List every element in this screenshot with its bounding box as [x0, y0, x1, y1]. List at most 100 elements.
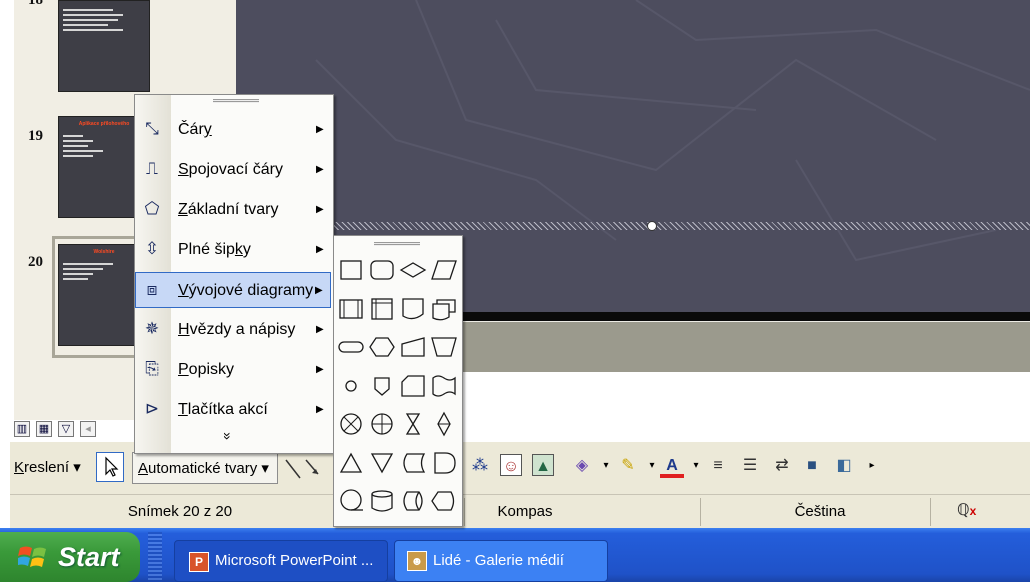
- menu-drag-grip[interactable]: [213, 99, 259, 103]
- flowchart-merge-icon[interactable]: [367, 448, 397, 478]
- menu-item-lines[interactable]: ⤡ Čáry ▶: [136, 112, 330, 148]
- menu-item-flowchart[interactable]: ⧈ Vývojové diagramy ▶: [135, 272, 331, 308]
- flowchart-preparation-icon[interactable]: [367, 332, 397, 362]
- flowchart-process-icon[interactable]: [336, 255, 366, 285]
- line-style-icon[interactable]: ≡: [706, 454, 730, 478]
- submenu-arrow-icon: ▶: [316, 324, 324, 335]
- draw-label: reslení: [24, 459, 70, 476]
- slide-thumbnail-18[interactable]: [58, 0, 150, 92]
- line-icon[interactable]: [282, 456, 322, 482]
- connectors-icon: ⎍: [146, 159, 158, 178]
- draw-label-accel: K: [14, 459, 25, 476]
- dash-style-icon[interactable]: ☰: [738, 454, 762, 478]
- flowchart-or-icon[interactable]: [367, 409, 397, 439]
- flowchart-connector-icon[interactable]: [336, 371, 366, 401]
- submenu-arrow-icon: ▶: [316, 164, 324, 175]
- flowchart-display-icon[interactable]: [429, 486, 459, 516]
- slide-number-19: 19: [28, 128, 43, 144]
- flowchart-predefined-process-icon[interactable]: [336, 294, 366, 324]
- arrow-style-icon[interactable]: ⇄: [770, 454, 794, 478]
- status-separator: [930, 498, 931, 526]
- flowchart-document-icon[interactable]: [398, 294, 428, 324]
- autoshapes-label: Automatické tvary ▾: [138, 460, 269, 477]
- menu-label: ákladní tvary: [187, 201, 279, 218]
- status-language: Čeština: [794, 503, 846, 520]
- menu-item-action-buttons[interactable]: ⊳ Tlačítka akcí ▶: [136, 392, 330, 428]
- menu-label: lačítka akcí: [187, 401, 268, 418]
- scroll-left-icon[interactable]: ◂: [80, 421, 96, 437]
- menu-label: Plné šip: [178, 241, 235, 258]
- flowchart-sequential-access-storage-icon[interactable]: [336, 486, 366, 516]
- flowchart-delay-icon[interactable]: [429, 448, 459, 478]
- callouts-icon: ⎘: [145, 359, 159, 378]
- flowchart-extract-icon[interactable]: [336, 448, 366, 478]
- flowchart-sort-icon[interactable]: [429, 409, 459, 439]
- expand-menu-icon[interactable]: »: [220, 432, 236, 440]
- task-label: Microsoft PowerPoint ...: [215, 552, 374, 569]
- flowchart-multidocument-icon[interactable]: [429, 294, 459, 324]
- status-separator: [700, 498, 701, 526]
- diagram-icon[interactable]: ⁂: [468, 454, 492, 478]
- stars-banners-icon: ✵: [144, 319, 160, 338]
- menu-label: vězdy a nápisy: [189, 321, 296, 338]
- menu-accel: S: [178, 161, 189, 178]
- picture-icon[interactable]: ▲: [532, 454, 554, 476]
- resize-handle[interactable]: [647, 221, 657, 231]
- shadow-icon[interactable]: ■: [800, 454, 824, 478]
- flowchart-punched-tape-icon[interactable]: [429, 371, 459, 401]
- flowchart-manual-operation-icon[interactable]: [429, 332, 459, 362]
- 3d-icon[interactable]: ◧: [832, 454, 856, 478]
- powerpoint-icon: P: [189, 552, 209, 572]
- flowchart-alternate-process-icon[interactable]: [367, 255, 397, 285]
- flowchart-card-icon[interactable]: [398, 371, 428, 401]
- menu-item-connectors[interactable]: ⎍ Spojovací čáry ▶: [136, 152, 330, 188]
- lines-icon: ⤡: [145, 119, 159, 138]
- menu-item-stars-banners[interactable]: ✵ Hvězdy a nápisy ▶: [136, 312, 330, 348]
- slideshow-icon[interactable]: ▽: [58, 421, 74, 437]
- flowchart-off-page-connector-icon[interactable]: [367, 371, 397, 401]
- flowchart-direct-access-storage-icon[interactable]: [398, 486, 428, 516]
- pointer-icon: [105, 456, 119, 477]
- menu-item-block-arrows[interactable]: ⇳ Plné šipky ▶: [136, 232, 330, 268]
- select-pointer-button[interactable]: [96, 452, 124, 482]
- menu-accel: H: [178, 321, 190, 338]
- draw-menu-button[interactable]: Kreslení ▾: [14, 458, 81, 476]
- menu-item-callouts[interactable]: ⎘ Popisky ▶: [136, 352, 330, 388]
- normal-view-icon[interactable]: ▥: [14, 421, 30, 437]
- menu-accel: k: [234, 241, 243, 258]
- menu-item-basic-shapes[interactable]: ⬠ Základní tvary ▶: [136, 192, 330, 228]
- menu-label: opisky: [188, 361, 235, 378]
- flowchart-decision-icon[interactable]: [398, 255, 428, 285]
- font-color-dropdown-icon[interactable]: ▾: [684, 454, 708, 478]
- slide-sorter-icon[interactable]: ▦: [36, 421, 52, 437]
- flowchart-data-icon[interactable]: [429, 255, 459, 285]
- flowchart-internal-storage-icon[interactable]: [367, 294, 397, 324]
- menu-label: Čár: [178, 121, 204, 138]
- menu-accel: V: [178, 282, 189, 299]
- font-color-icon[interactable]: A: [660, 454, 684, 478]
- palette-drag-grip[interactable]: [374, 242, 420, 246]
- line-color-icon[interactable]: ✎: [616, 454, 640, 478]
- spelling-check-icon[interactable]: ℚx: [957, 500, 979, 520]
- flowchart-collate-icon[interactable]: [398, 409, 428, 439]
- flowchart-summing-junction-icon[interactable]: [336, 409, 366, 439]
- fill-dropdown-icon[interactable]: ▾: [594, 454, 618, 478]
- fill-color-icon[interactable]: ◈: [570, 454, 594, 478]
- submenu-arrow-icon: ▶: [315, 285, 323, 296]
- task-powerpoint[interactable]: P Microsoft PowerPoint ...: [174, 540, 388, 582]
- start-button[interactable]: Start: [0, 532, 140, 582]
- flowchart-terminator-icon[interactable]: [336, 332, 366, 362]
- block-arrows-icon: ⇳: [144, 239, 160, 258]
- flowchart-manual-input-icon[interactable]: [398, 332, 428, 362]
- clip-organizer-icon: ☻: [407, 551, 427, 571]
- basic-shapes-icon: ⬠: [144, 199, 160, 218]
- clipart-icon[interactable]: ☺: [500, 454, 522, 476]
- flowchart-magnetic-disk-icon[interactable]: [367, 486, 397, 516]
- action-buttons-icon: ⊳: [144, 399, 160, 418]
- autoshapes-text: utomatické tvary: [148, 460, 258, 477]
- submenu-arrow-icon: ▶: [316, 204, 324, 215]
- flowchart-stored-data-icon[interactable]: [398, 448, 428, 478]
- task-clip-organizer[interactable]: ☻ Lidé - Galerie médií: [394, 540, 608, 582]
- toolbar-options-icon[interactable]: ▸: [860, 454, 884, 478]
- menu-accel: Z: [178, 201, 188, 218]
